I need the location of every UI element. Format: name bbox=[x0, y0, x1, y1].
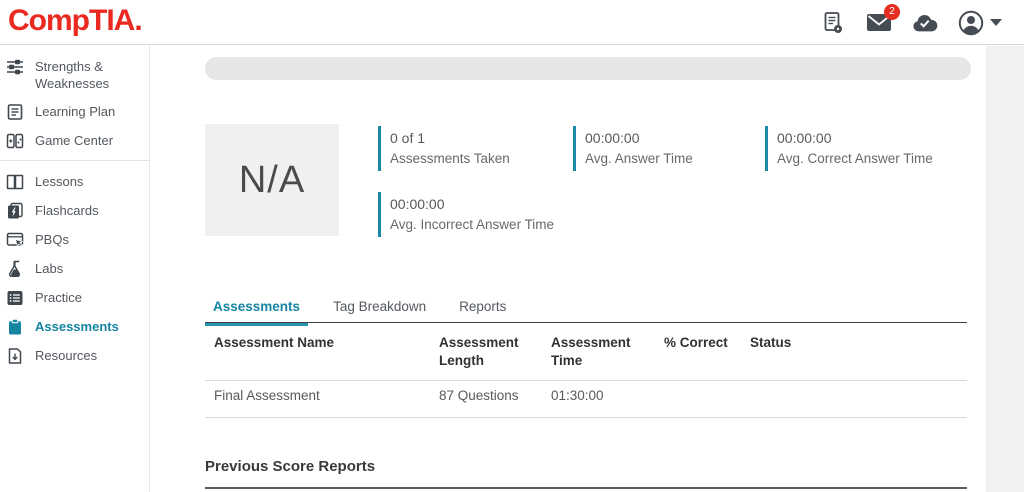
sidebar-item-pbqs[interactable]: PBQs bbox=[0, 225, 149, 254]
top-header: CompTIA. 2 bbox=[0, 0, 1024, 45]
clipboard-icon bbox=[6, 318, 26, 336]
column-header-assessment-time: Assessment Time bbox=[551, 334, 664, 370]
sidebar-nav: Strengths & Weaknesses Learning Plan bbox=[0, 46, 150, 492]
stat-value: 00:00:00 bbox=[585, 128, 693, 148]
score-report-icon[interactable] bbox=[820, 10, 846, 36]
sidebar-divider bbox=[0, 160, 149, 161]
previous-score-reports-title: Previous Score Reports bbox=[205, 458, 375, 475]
header-icon-group: 2 bbox=[820, 0, 1002, 45]
stat-assessments-taken: 0 of 1 Assessments Taken bbox=[378, 126, 510, 171]
stat-label: Assessments Taken bbox=[390, 148, 510, 169]
open-book-icon bbox=[6, 173, 26, 191]
app-root: CompTIA. 2 bbox=[0, 0, 1024, 492]
cell-assessment-name: Final Assessment bbox=[205, 387, 439, 405]
column-header-status: Status bbox=[750, 334, 967, 370]
caret-down-icon bbox=[990, 19, 1002, 27]
sidebar-item-resources[interactable]: Resources bbox=[0, 341, 149, 370]
flask-icon bbox=[6, 260, 26, 278]
stat-label: Avg. Incorrect Answer Time bbox=[390, 214, 554, 235]
sidebar-item-game-center[interactable]: Game Center bbox=[0, 126, 149, 155]
cloud-sync-icon[interactable] bbox=[912, 10, 938, 36]
sidebar-item-strengths-weaknesses[interactable]: Strengths & Weaknesses bbox=[0, 52, 149, 97]
mail-icon[interactable]: 2 bbox=[866, 10, 892, 36]
previous-score-reports-underline bbox=[205, 487, 967, 489]
sidebar-item-label: Strengths & Weaknesses bbox=[35, 57, 143, 92]
sidebar-item-label: Assessments bbox=[35, 317, 119, 335]
sidebar-item-label: Practice bbox=[35, 288, 82, 306]
column-header-assessment-name: Assessment Name bbox=[205, 334, 439, 370]
flashcards-icon bbox=[6, 202, 26, 220]
sidebar-item-label: PBQs bbox=[35, 230, 69, 248]
sidebar-item-label: Learning Plan bbox=[35, 102, 115, 120]
avatar-icon bbox=[958, 10, 984, 36]
sidebar-item-assessments[interactable]: Assessments bbox=[0, 312, 149, 341]
game-controller-icon bbox=[6, 132, 26, 150]
stat-value: 0 of 1 bbox=[390, 128, 510, 148]
table-divider bbox=[205, 417, 967, 418]
stat-avg-correct-answer-time: 00:00:00 Avg. Correct Answer Time bbox=[765, 126, 933, 171]
sidebar-item-labs[interactable]: Labs bbox=[0, 254, 149, 283]
stat-avg-answer-time: 00:00:00 Avg. Answer Time bbox=[573, 126, 693, 171]
sidebar-item-label: Lessons bbox=[35, 172, 83, 190]
score-na-label: N/A bbox=[239, 159, 305, 202]
checklist-icon bbox=[6, 289, 26, 307]
document-lines-icon bbox=[6, 103, 26, 121]
stat-avg-incorrect-answer-time: 00:00:00 Avg. Incorrect Answer Time bbox=[378, 192, 554, 237]
sidebar-item-lessons[interactable]: Lessons bbox=[0, 167, 149, 196]
cell-assessment-time: 01:30:00 bbox=[551, 387, 664, 405]
stat-value: 00:00:00 bbox=[777, 128, 933, 148]
sidebar-item-label: Flashcards bbox=[35, 201, 99, 219]
sidebar-item-label: Labs bbox=[35, 259, 63, 277]
cell-assessment-length: 87 Questions bbox=[439, 387, 551, 405]
sidebar-item-learning-plan[interactable]: Learning Plan bbox=[0, 97, 149, 126]
table-divider bbox=[205, 380, 967, 381]
score-na-box: N/A bbox=[205, 124, 339, 236]
sidebar-item-label: Game Center bbox=[35, 131, 113, 149]
column-header-percent-correct: % Correct bbox=[664, 334, 750, 370]
stat-label: Avg. Answer Time bbox=[585, 148, 693, 169]
sidebar-item-practice[interactable]: Practice bbox=[0, 283, 149, 312]
account-menu[interactable] bbox=[958, 10, 1002, 36]
comptia-logo: CompTIA. bbox=[8, 4, 142, 38]
browser-cursor-icon bbox=[6, 231, 26, 249]
tab-bar-underline bbox=[205, 322, 967, 323]
cell-percent-correct bbox=[664, 387, 750, 405]
table-header-row: Assessment Name Assessment Length Assess… bbox=[205, 334, 967, 370]
download-document-icon bbox=[6, 347, 26, 365]
page-gutter bbox=[986, 46, 1024, 492]
sliders-icon bbox=[6, 58, 26, 76]
sidebar-item-label: Resources bbox=[35, 346, 97, 364]
table-row[interactable]: Final Assessment 87 Questions 01:30:00 bbox=[205, 387, 967, 405]
progress-bar bbox=[205, 57, 971, 80]
stat-label: Avg. Correct Answer Time bbox=[777, 148, 933, 169]
stat-value: 00:00:00 bbox=[390, 194, 554, 214]
cell-status bbox=[750, 387, 967, 405]
main-content: N/A 0 of 1 Assessments Taken 00:00:00 Av… bbox=[151, 46, 986, 492]
column-header-assessment-length: Assessment Length bbox=[439, 334, 551, 370]
mail-badge: 2 bbox=[884, 4, 900, 20]
sidebar-item-flashcards[interactable]: Flashcards bbox=[0, 196, 149, 225]
